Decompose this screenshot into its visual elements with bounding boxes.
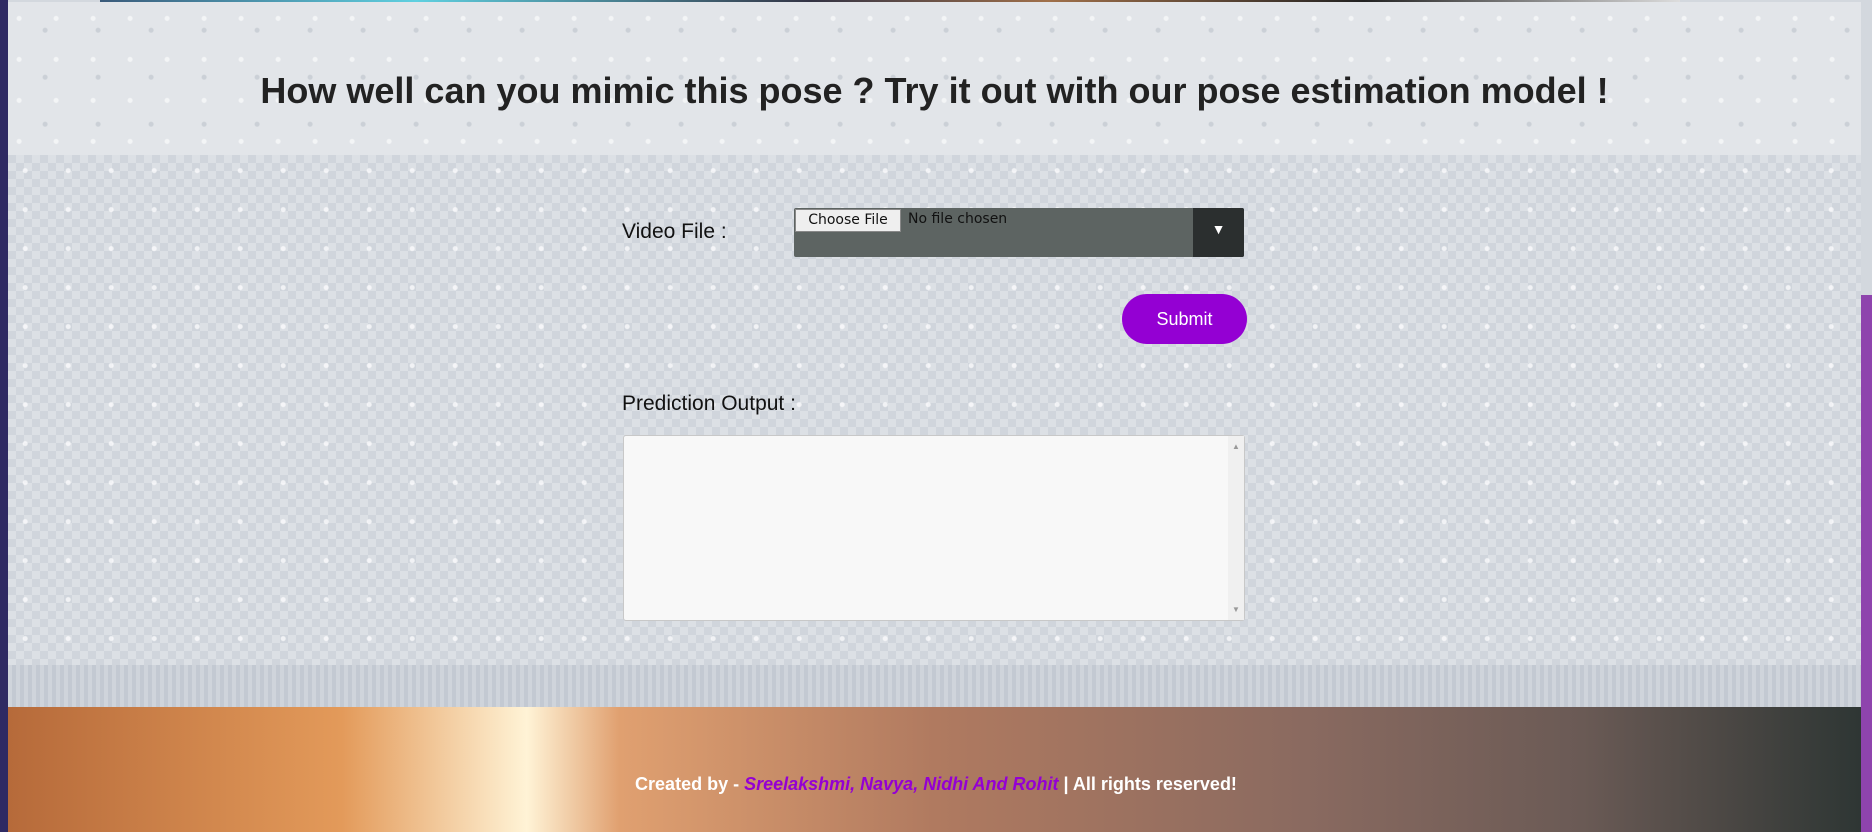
credit-prefix: Created by - (635, 774, 745, 794)
footer (8, 707, 1861, 832)
page-title: How well can you mimic this pose ? Try i… (260, 70, 1609, 111)
header: How well can you mimic this pose ? Try i… (8, 2, 1861, 155)
credit-suffix: | All rights reserved! (1058, 774, 1237, 794)
scroll-down-icon[interactable]: ▼ (1232, 605, 1240, 614)
textarea-scrollbar[interactable]: ▲ ▼ (1228, 436, 1244, 620)
credit-names: Sreelakshmi, Navya, Nidhi And Rohit (744, 774, 1059, 794)
footer-credit: Created by - Sreelakshmi, Navya, Nidhi A… (0, 774, 1872, 795)
divider-strip (8, 665, 1861, 707)
submit-button[interactable]: Submit (1122, 294, 1247, 344)
file-status-text: No file chosen (908, 211, 1008, 227)
right-accent-bar (1861, 295, 1872, 832)
dropdown-arrow-icon[interactable]: ▼ (1193, 208, 1244, 257)
choose-file-button[interactable]: Choose File (795, 209, 901, 232)
video-file-input[interactable]: Choose File No file chosen ▼ (794, 208, 1244, 257)
prediction-output-textarea[interactable] (623, 435, 1245, 621)
left-edge-strip (0, 0, 8, 832)
prediction-output-label: Prediction Output : (622, 392, 796, 415)
video-file-label: Video File : (622, 220, 727, 243)
scroll-up-icon[interactable]: ▲ (1232, 442, 1240, 451)
